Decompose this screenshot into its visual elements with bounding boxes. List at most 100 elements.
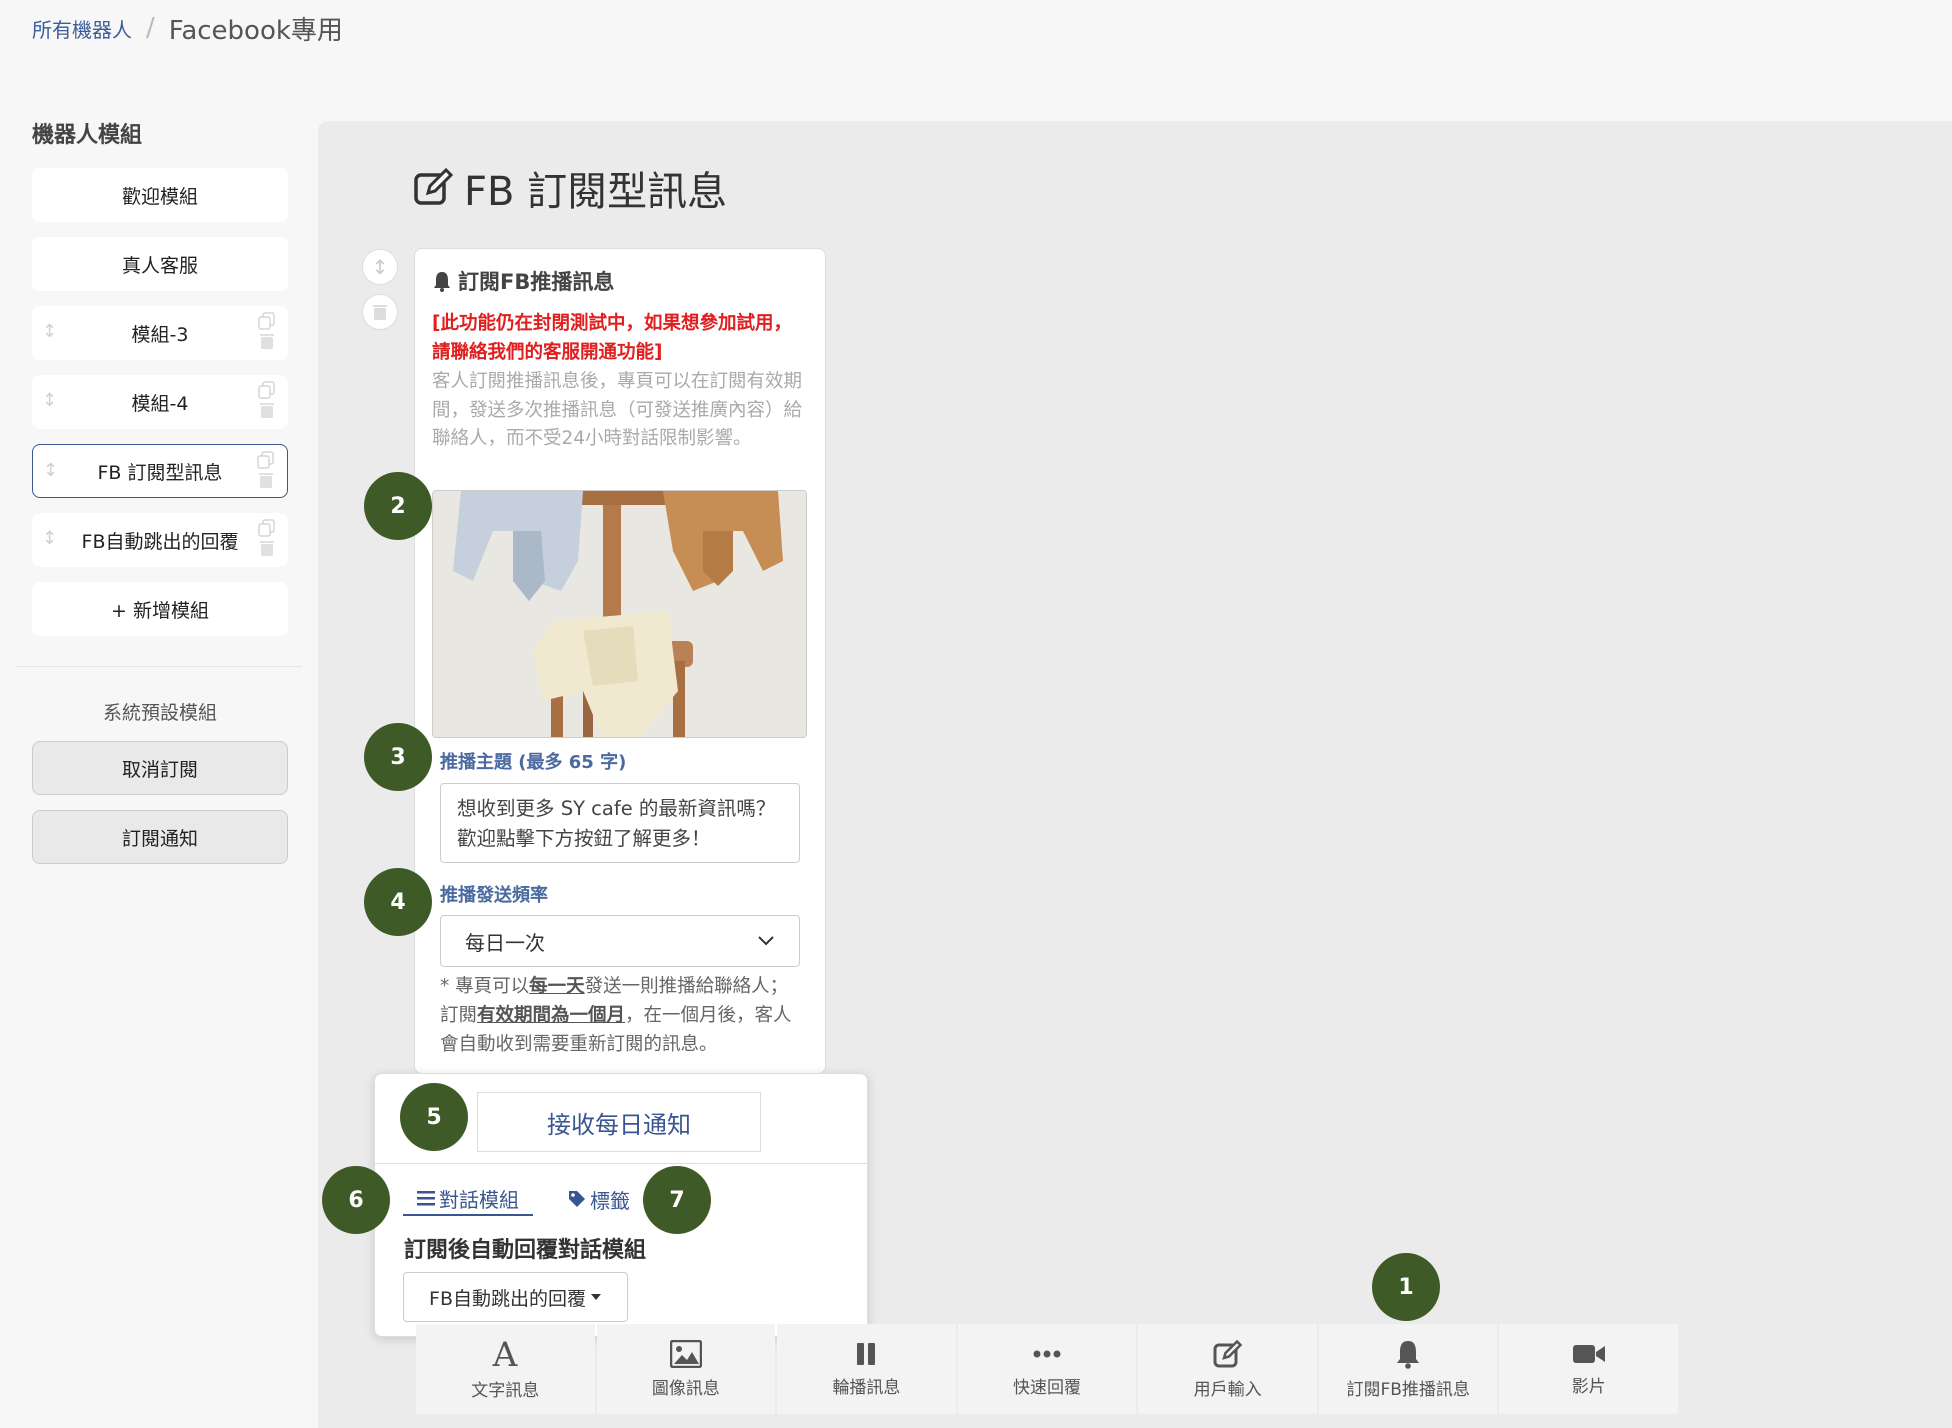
copy-icon[interactable] <box>258 381 276 399</box>
copy-icon[interactable] <box>257 451 275 469</box>
toolbar-label: 快速回覆 <box>1013 1377 1082 1398</box>
add-module-button[interactable]: + 新增模組 <box>32 582 288 636</box>
system-module-subscribe-notice[interactable]: 訂閱通知 <box>32 810 288 864</box>
marker-badge: 6 <box>322 1166 390 1234</box>
module-label: FB自動跳出的回覆 <box>81 530 239 553</box>
drag-handle-icon[interactable]: ↕ <box>42 321 57 342</box>
toolbar-label: 圖像訊息 <box>651 1378 720 1399</box>
system-modules-title: 系統預設模組 <box>102 702 217 724</box>
topic-textarea[interactable]: 想收到更多 SY cafe 的最新資訊嗎？歡迎點擊下方按鈕了解更多！ <box>440 783 800 863</box>
bell-icon <box>1397 1340 1420 1369</box>
sidebar-module-welcome[interactable]: 歡迎模組 <box>32 168 288 222</box>
frequency-select[interactable]: 每日一次 <box>440 915 800 967</box>
add-module-label: + 新增模組 <box>111 599 209 622</box>
sidebar-module-live-agent[interactable]: 真人客服 <box>32 237 288 291</box>
breadcrumb-separator: / <box>146 13 155 43</box>
breadcrumb-current: Facebook專用 <box>168 15 343 46</box>
drag-handle-icon[interactable]: ↕ <box>42 528 57 549</box>
module-tools <box>258 381 276 419</box>
trash-icon[interactable] <box>257 471 275 489</box>
frequency-value: 每日一次 <box>465 930 545 955</box>
sidebar-module-fb-subscription[interactable]: ↕ FB 訂閱型訊息 <box>32 444 288 498</box>
popup-divider <box>375 1163 867 1164</box>
breadcrumb-root-link[interactable]: 所有機器人 <box>32 14 132 43</box>
page-title: FB 訂閱型訊息 <box>412 158 727 218</box>
toolbar-label: 輪播訊息 <box>832 1377 901 1398</box>
toolbar-user-input[interactable]: 用戶輸入 <box>1138 1324 1317 1414</box>
card-image[interactable] <box>432 490 807 738</box>
toolbar-carousel-message[interactable]: 輪播訊息 <box>777 1324 956 1414</box>
sidebar-title: 機器人模組 <box>32 123 143 148</box>
trash-icon[interactable] <box>258 539 276 557</box>
module-label: 訂閱通知 <box>121 827 198 850</box>
video-icon <box>1572 1344 1605 1363</box>
tab-label: 標籤 <box>590 1188 630 1213</box>
module-label: 真人客服 <box>121 254 198 277</box>
trash-icon[interactable] <box>258 401 276 419</box>
breadcrumb: 所有機器人 / Facebook專用 <box>32 10 343 46</box>
sidebar-divider <box>16 666 302 667</box>
frequency-note: * 專頁可以每一天發送一則推播給聯絡人；訂閱有效期間為一個月，在一個月後，客人會… <box>440 972 795 1076</box>
toolbar-fb-subscription[interactable]: 訂閱FB推播訊息 <box>1318 1324 1498 1414</box>
receive-daily-notice-button[interactable]: 接收每日通知 <box>477 1092 761 1152</box>
copy-icon[interactable] <box>258 312 276 330</box>
module-tools <box>258 312 276 350</box>
bell-icon <box>434 272 450 292</box>
ellipsis-icon <box>1033 1350 1061 1357</box>
tab-dialog-module[interactable]: 對話模組 <box>403 1182 533 1216</box>
delete-card-button[interactable] <box>362 294 398 330</box>
drag-handle-icon: ↕ <box>371 255 389 279</box>
page-title-text: FB 訂閱型訊息 <box>464 169 728 215</box>
toolbar-video[interactable]: 影片 <box>1499 1324 1679 1414</box>
sidebar-module-4[interactable]: ↕ 模組-4 <box>32 375 288 429</box>
module-label: 歡迎模組 <box>121 185 198 208</box>
toolbar-text-message[interactable]: A 文字訊息 <box>416 1324 595 1414</box>
sidebar-module-fb-auto-reply[interactable]: ↕ FB自動跳出的回覆 <box>32 513 288 567</box>
marker-badge: 1 <box>1372 1253 1440 1321</box>
toolbar-image-message[interactable]: 圖像訊息 <box>596 1324 776 1414</box>
marker-badge: 5 <box>400 1083 468 1151</box>
card-header: 訂閱FB推播訊息 <box>432 266 614 296</box>
toolbar-label: 文字訊息 <box>471 1380 540 1401</box>
note-emphasis: 每一天 <box>529 976 585 997</box>
svg-text:A: A <box>492 1338 518 1370</box>
module-tools <box>257 451 275 489</box>
chevron-down-icon <box>758 936 774 946</box>
caret-down-icon <box>590 1294 601 1300</box>
card-description: 客人訂閱推播訊息後，專頁可以在訂閱有效期間，發送多次推播訊息（可發送推廣內容）給… <box>432 371 803 449</box>
sidebar-module-3[interactable]: ↕ 模組-3 <box>32 306 288 360</box>
clothing-photo <box>433 491 806 737</box>
carousel-icon <box>857 1342 876 1365</box>
module-label: 模組-4 <box>131 392 189 415</box>
toolbar-quick-reply[interactable]: 快速回覆 <box>957 1324 1137 1414</box>
dropdown-value: FB自動跳出的回覆 <box>429 1287 586 1310</box>
text-icon: A <box>492 1338 518 1370</box>
marker-badge: 2 <box>364 472 432 540</box>
frequency-label: 推播發送頻率 <box>440 885 548 906</box>
topic-label: 推播主題 (最多 65 字) <box>440 752 627 773</box>
trash-icon[interactable] <box>258 332 276 350</box>
auto-reply-label: 訂閱後自動回覆對話模組 <box>404 1238 647 1263</box>
trash-icon <box>373 305 387 320</box>
beta-warning: [此功能仍在封閉測試中，如果想參加試用，請聯絡我們的客服開通功能] <box>432 313 792 363</box>
module-label: 模組-3 <box>131 323 189 346</box>
drag-handle-icon[interactable]: ↕ <box>43 460 58 481</box>
toolbar-label: 用戶輸入 <box>1193 1379 1262 1400</box>
auto-reply-module-dropdown[interactable]: FB自動跳出的回覆 <box>403 1272 628 1322</box>
edit-icon <box>1213 1339 1242 1367</box>
marker-badge: 4 <box>364 868 432 936</box>
copy-icon[interactable] <box>258 519 276 537</box>
drag-handle-icon[interactable]: ↕ <box>42 390 57 411</box>
list-icon <box>417 1191 435 1206</box>
note-text: * 專頁可以 <box>440 976 530 997</box>
move-handle-button[interactable]: ↕ <box>362 249 398 285</box>
toolbar-label: 訂閱FB推播訊息 <box>1346 1379 1470 1400</box>
module-label: 取消訂閱 <box>121 758 198 781</box>
tab-label: 對話模組 <box>439 1187 519 1212</box>
card-header-text: 訂閱FB推播訊息 <box>458 270 615 294</box>
system-module-unsubscribe[interactable]: 取消訂閱 <box>32 741 288 795</box>
tab-tags[interactable]: 標籤 <box>568 1182 630 1216</box>
module-label: FB 訂閱型訊息 <box>97 461 223 484</box>
image-icon <box>669 1339 702 1368</box>
tag-icon <box>569 1191 585 1207</box>
